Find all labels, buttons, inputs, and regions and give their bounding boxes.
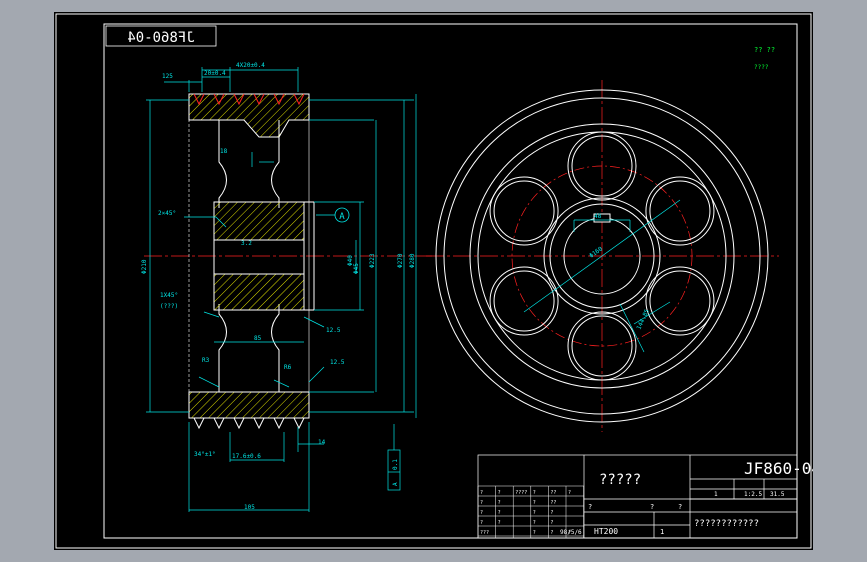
front-view: 48 Φ160 144.85	[426, 80, 779, 432]
grid-cell: ?	[480, 520, 483, 526]
grid-cell: ?	[480, 500, 483, 506]
grid-cell: ??	[550, 500, 556, 506]
lightening-hole-inner	[649, 270, 711, 332]
dim-14: 14	[318, 439, 326, 446]
grid-cell: ?	[568, 490, 571, 496]
engineering-drawing: JF860-04 ?? ?? ???? A 0.1 A 125 20±0.4 4…	[55, 13, 821, 549]
grid-cell: ?	[533, 510, 536, 516]
hub-top-section	[213, 201, 305, 241]
grid-cell: ?	[533, 520, 536, 526]
dim-85: 85	[254, 335, 262, 342]
groove-bottom	[293, 417, 305, 430]
tolerance-datum: A	[392, 482, 399, 486]
cad-viewport[interactable]: JF860-04 ?? ?? ???? A 0.1 A 125 20±0.4 4…	[54, 12, 821, 550]
rim-bottom-section	[188, 391, 310, 419]
grid-cell: ????	[515, 490, 527, 496]
grid-cell: ?	[480, 510, 483, 516]
grid-cell: ?	[533, 500, 536, 506]
web-left-top	[218, 120, 227, 208]
hub-bottom-section	[213, 273, 305, 311]
mid-label-1: ?	[588, 503, 592, 511]
dim-surface-32: 3.2	[241, 240, 252, 247]
grid-cell: ???	[480, 530, 489, 536]
dim-chamfer-2x45: 2×45°	[158, 210, 176, 217]
outer-frame	[55, 13, 812, 549]
dim-18: 18	[220, 148, 228, 155]
lightening-hole	[645, 266, 715, 336]
groove-bottom	[233, 417, 245, 430]
company-name: ????????????	[694, 519, 759, 529]
dim-pitch-20: 20±0.4	[204, 70, 226, 77]
web-right-bottom	[271, 304, 280, 392]
scale: 1:2.5	[744, 491, 762, 498]
drawing-number: JF860-04	[744, 459, 813, 478]
dim-phi270: Φ270	[397, 253, 404, 268]
grid-cell: ?	[533, 530, 536, 536]
datum-a-label: A	[339, 212, 345, 222]
web-left-bottom	[218, 304, 227, 392]
grid-cell: ?	[533, 490, 536, 496]
bore	[213, 239, 305, 275]
material-count: 1	[660, 528, 664, 536]
title-block-texts: JF860-04 ????? HT200 1 ???????????? 1:2.…	[560, 459, 821, 536]
tolerance-value: 0.1	[392, 459, 399, 470]
material: HT200	[594, 527, 618, 536]
title-block-grid: ?????????????????????????????	[480, 490, 571, 536]
grid-cell: ?	[498, 500, 501, 506]
mid-label-2: ?	[650, 503, 654, 511]
groove-bottom	[253, 417, 265, 430]
groove-bottom	[193, 417, 205, 430]
rim-top-section	[188, 93, 310, 138]
dim-phi210: Φ210	[141, 259, 148, 274]
dim-r6: R6	[284, 364, 292, 371]
dim-105: 105	[244, 504, 255, 511]
grid-cell: ?	[550, 530, 553, 536]
dim-phi45: Φ45	[353, 263, 360, 274]
grid-cell: ?	[498, 490, 501, 496]
dim-125-a: 12.5	[326, 327, 341, 334]
dim-phi280: Φ280	[409, 253, 416, 268]
groove-bottom	[273, 417, 285, 430]
grid-cell: ?	[498, 520, 501, 526]
part-name: ?????	[599, 472, 641, 488]
dim-phi223: Φ223	[369, 253, 376, 268]
front-dim-texts: 48 Φ160 144.85	[588, 213, 651, 331]
grid-cell: ?	[550, 510, 553, 516]
grid-cell: ?	[498, 510, 501, 516]
grid-cell: ?	[568, 530, 571, 536]
dim-chamfer-1x45: 1X45°	[160, 292, 178, 299]
sheet: 1	[714, 491, 718, 498]
grid-cell: ??	[550, 490, 556, 496]
top-right-note-2: ????	[754, 64, 769, 71]
grooves-bottom	[193, 417, 305, 430]
grid-cell: ?	[480, 490, 483, 496]
dim-chamfer-note: (???)	[160, 303, 178, 310]
dim-48: 48	[594, 213, 602, 220]
grid-cell: ?	[550, 520, 553, 526]
mid-label-3: ?	[678, 503, 682, 511]
mirrored-title: JF860-04	[127, 30, 194, 46]
dim-125-top: 125	[162, 73, 173, 80]
dim-17-6: 17.6±0.6	[232, 453, 261, 460]
dim-4x20: 4X20±0.4	[236, 62, 265, 69]
mass: 31.5	[770, 491, 785, 498]
dim-144-85: 144.85	[635, 308, 651, 331]
ref-date: 98/5/6	[560, 529, 582, 536]
top-right-note-1: ?? ??	[754, 46, 775, 54]
dim-r3: R3	[202, 357, 210, 364]
dim-125-b: 12.5	[330, 359, 345, 366]
side-section-view: A 0.1 A 125 20±0.4 4X20±0.4 18 2×45° 3.2…	[141, 62, 434, 512]
dim-angle-34: 34°±1°	[194, 451, 216, 458]
groove-bottom	[213, 417, 225, 430]
